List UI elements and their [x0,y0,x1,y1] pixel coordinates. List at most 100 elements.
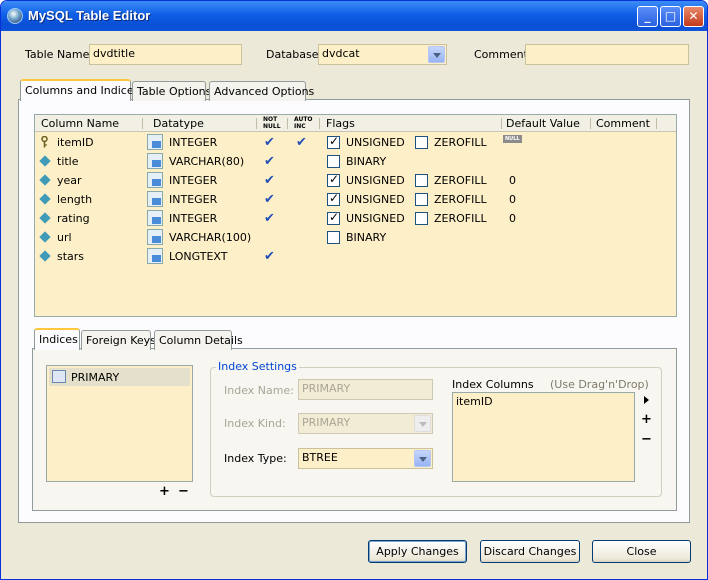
flag-label: ZEROFILL [434,136,487,149]
flag-checkbox[interactable] [415,212,428,225]
tab-columns-indices[interactable]: Columns and Indices [20,79,139,101]
database-select[interactable]: dvdcat [318,44,447,65]
datatype-cell[interactable]: LONGTEXT [169,250,228,263]
index-icon [52,370,66,383]
column-name-cell[interactable]: length [57,193,92,206]
apply-changes-button[interactable]: Apply Changes [368,540,467,563]
datatype-icon [147,134,163,150]
datatype-cell[interactable]: INTEGER [169,174,217,187]
column-name-cell[interactable]: year [57,174,82,187]
table-row[interactable]: length INTEGER ✔ UNSIGNED ZEROFILL 0 [35,190,676,209]
flag-label: UNSIGNED [346,174,405,187]
table-row[interactable]: itemID INTEGER ✔ ✔ UNSIGNED ZEROFILL NULL [35,133,676,152]
table-editor-window: MySQL Table Editor _ □ ✕ Table Name: dvd… [0,0,708,580]
add-index-button[interactable]: + [159,484,170,499]
column-name-cell[interactable]: stars [57,250,84,263]
chevron-down-icon[interactable] [414,415,431,432]
datatype-cell[interactable]: VARCHAR(80) [169,155,244,168]
header-flags: Flags [326,117,355,130]
null-default-badge[interactable]: NULL [503,135,522,143]
column-icon [39,155,51,167]
default-value-cell[interactable]: 0 [509,193,516,206]
grid-header: Column Name Datatype NOT NULL AUTO INC F… [35,115,676,132]
datatype-cell[interactable]: VARCHAR(100) [169,231,251,244]
table-row[interactable]: title VARCHAR(80) ✔ BINARY [35,152,676,171]
table-row[interactable]: rating INTEGER ✔ UNSIGNED ZEROFILL 0 [35,209,676,228]
index-list[interactable]: PRIMARY [46,365,193,482]
database-label: Database: [266,48,323,61]
add-column-button[interactable]: + [641,412,652,427]
flag-checkbox[interactable] [327,210,340,225]
index-type-select[interactable]: BTREE [298,448,433,469]
flag-checkbox[interactable] [415,174,428,187]
flag-checkbox[interactable] [415,193,428,206]
column-name-cell[interactable]: url [57,231,72,244]
move-column-arrow-icon[interactable] [644,396,649,404]
maximize-button[interactable]: □ [660,6,681,27]
comment-input[interactable] [525,44,689,65]
table-name-label: Table Name: [25,48,94,61]
tab-foreign-keys[interactable]: Foreign Keys [81,330,156,350]
column-name-cell[interactable]: rating [57,212,90,225]
not-null-check-icon[interactable]: ✔ [264,211,275,226]
table-name-input[interactable]: dvdtitle [89,44,242,65]
auto-inc-check-icon[interactable]: ✔ [296,135,307,150]
not-null-check-icon[interactable]: ✔ [264,249,275,264]
header-separator [142,118,143,129]
flag-checkbox[interactable] [327,155,340,168]
index-name-label: Index Name: [224,384,294,397]
list-item[interactable]: itemID [456,395,493,408]
list-item-primary[interactable]: PRIMARY [49,368,190,386]
index-columns-list[interactable]: itemID [452,392,635,482]
table-row[interactable]: stars LONGTEXT ✔ [35,247,676,266]
datatype-icon [147,210,163,226]
flag-checkbox[interactable] [327,231,340,244]
default-value-cell[interactable]: 0 [509,212,516,225]
tab-column-details[interactable]: Column Details [154,330,243,350]
columns-grid[interactable]: Column Name Datatype NOT NULL AUTO INC F… [34,114,677,317]
close-window-button[interactable]: ✕ [683,6,704,27]
flag-checkbox[interactable] [327,134,340,149]
header-auto-inc-bottom: INC [294,123,306,130]
tab-advanced-options[interactable]: Advanced Options [209,81,314,101]
header-default-value: Default Value [506,117,580,130]
chevron-down-icon[interactable] [428,46,445,63]
title-bar: MySQL Table Editor _ □ ✕ [1,1,707,31]
index-kind-select[interactable]: PRIMARY [298,413,433,434]
flag-checkbox[interactable] [415,136,428,149]
not-null-check-icon[interactable]: ✔ [264,154,275,169]
flag-label: ZEROFILL [434,193,487,206]
flag-checkbox[interactable] [327,172,340,187]
discard-changes-button[interactable]: Discard Changes [480,540,580,563]
default-value-cell[interactable]: 0 [509,174,516,187]
datatype-cell[interactable]: INTEGER [169,193,217,206]
chevron-down-icon[interactable] [414,450,431,467]
flag-checkbox[interactable] [327,191,340,206]
index-list-label: PRIMARY [71,371,120,384]
table-row[interactable]: url VARCHAR(100) BINARY [35,228,676,247]
index-columns-label: Index Columns [452,378,534,391]
flag-label: BINARY [346,231,387,244]
tab-indices[interactable]: Indices [34,328,80,350]
flag-label: ZEROFILL [434,174,487,187]
column-name-cell[interactable]: title [57,155,79,168]
index-name-input[interactable]: PRIMARY [298,379,433,400]
remove-column-button[interactable]: − [641,432,652,447]
not-null-check-icon[interactable]: ✔ [264,173,275,188]
column-icon [39,212,51,224]
flag-label: UNSIGNED [346,136,405,149]
index-settings-title: Index Settings [216,360,299,373]
not-null-check-icon[interactable]: ✔ [264,192,275,207]
flag-label: UNSIGNED [346,193,405,206]
tab-table-options[interactable]: Table Options [132,81,211,101]
column-name-cell[interactable]: itemID [57,136,94,149]
datatype-cell[interactable]: INTEGER [169,212,217,225]
datatype-icon [147,172,163,188]
minimize-button[interactable]: _ [637,6,658,27]
close-button[interactable]: Close [592,540,691,563]
header-separator [590,118,591,129]
datatype-cell[interactable]: INTEGER [169,136,217,149]
table-row[interactable]: year INTEGER ✔ UNSIGNED ZEROFILL 0 [35,171,676,190]
not-null-check-icon[interactable]: ✔ [264,135,275,150]
remove-index-button[interactable]: − [178,484,189,499]
